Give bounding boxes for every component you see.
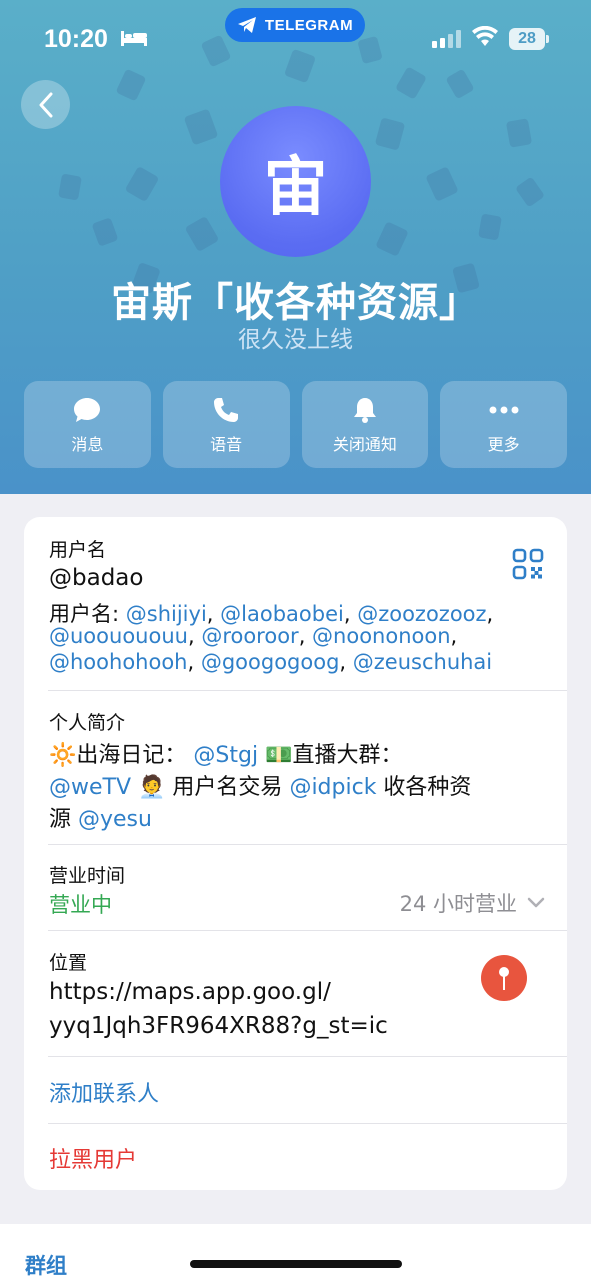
block-user-button[interactable]: 拉黑用户 <box>49 1142 137 1174</box>
message-label: 消息 <box>71 434 104 454</box>
bio-line-1: 🔆出海日记： @Stgj 💵直播大群： <box>49 737 403 769</box>
add-contact-button[interactable]: 添加联系人 <box>49 1076 159 1108</box>
chat-bubble-icon <box>74 397 101 422</box>
bio-link[interactable]: @weTV <box>49 775 131 800</box>
info-card: 用户名 @badao 用户名: @shijiyi, @laobaobei, @z… <box>24 517 567 1190</box>
action-buttons: 消息 语音 关闭通知 更多 <box>24 381 567 468</box>
chevron-down-icon <box>527 897 545 908</box>
username-link[interactable]: @hoohohooh <box>49 650 187 674</box>
home-indicator[interactable] <box>190 1260 402 1268</box>
bio-label: 个人简介 <box>49 712 126 734</box>
hours-expand-toggle[interactable]: 24 小时营业 <box>400 888 545 918</box>
map-pin-icon[interactable] <box>480 954 528 1006</box>
hours-detail: 24 小时营业 <box>399 892 517 916</box>
other-usernames-line-2: @uoouououu, @rooroor, @noononoon, <box>49 624 458 648</box>
divider <box>48 1056 567 1057</box>
cellular-signal-icon <box>432 30 461 48</box>
chevron-left-icon <box>39 92 52 117</box>
telegram-pill-label: TELEGRAM <box>264 16 354 34</box>
last-seen-status: 很久没上线 <box>238 327 353 353</box>
sun-emoji-icon: 🔆 <box>49 743 77 768</box>
bio-line-2: @weTV 🧑‍💼 用户名交易 @idpick 收各种资 <box>49 769 471 801</box>
other-usernames-line-3: @hoohohooh, @googogoog, @zeuschuhai <box>49 650 493 674</box>
battery-level: 28 <box>509 28 545 50</box>
message-button[interactable]: 消息 <box>24 381 151 468</box>
username-link[interactable]: @shijiyi <box>126 602 207 626</box>
username-link[interactable]: @googogoog <box>201 650 340 674</box>
location-url-line-2[interactable]: yyq1Jqh3FR964XR88?g_st=ic <box>49 1013 388 1039</box>
username-link[interactable]: @uoouououu <box>49 624 188 648</box>
bio-line-3: 源 @yesu <box>49 801 152 833</box>
profile-header: 10:20 TELEGRAM 28 宙 宙斯「收各种资源」 很久没上线 消息 语… <box>0 0 591 494</box>
bio-text: 直播大群： <box>292 743 403 768</box>
username-link[interactable]: @zeuschuhai <box>353 650 492 674</box>
voice-call-button[interactable]: 语音 <box>162 381 290 468</box>
bio-link[interactable]: @Stgj <box>193 743 258 768</box>
avatar-initial: 宙 <box>263 150 328 225</box>
groups-tab[interactable]: 群组 <box>25 1250 67 1280</box>
voice-label: 语音 <box>210 434 243 454</box>
battery-indicator: 28 <box>509 28 549 50</box>
bio-text: 出海日记： <box>76 743 187 768</box>
divider <box>48 690 567 691</box>
person-emoji-icon: 🧑‍💼 <box>138 775 166 800</box>
telegram-pill[interactable]: TELEGRAM <box>225 8 365 42</box>
primary-username[interactable]: @badao <box>49 565 143 591</box>
wifi-icon <box>472 26 498 46</box>
more-label: 更多 <box>487 434 520 454</box>
business-hours-label: 营业时间 <box>49 865 126 887</box>
phone-icon <box>214 397 239 422</box>
bottom-section <box>0 1224 591 1280</box>
divider <box>48 1123 567 1124</box>
location-url-line-1[interactable]: https://maps.app.goo.gl/ <box>49 979 331 1005</box>
bio-text: 用户名交易 <box>165 775 290 800</box>
bio-text: 源 <box>49 807 78 832</box>
username-link[interactable]: @noononoon <box>312 624 450 648</box>
open-status: 营业中 <box>49 893 112 917</box>
more-button[interactable]: 更多 <box>440 381 567 468</box>
other-usernames-prefix: 用户名: <box>49 602 126 626</box>
username-link[interactable]: @zoozozooz <box>357 602 486 626</box>
mute-label: 关闭通知 <box>332 434 397 454</box>
bio-text: 收各种资 <box>376 775 472 800</box>
clock: 10:20 <box>44 25 108 53</box>
bell-icon <box>353 397 376 423</box>
divider <box>48 844 567 845</box>
divider <box>48 930 567 931</box>
status-bar: 10:20 TELEGRAM 28 <box>0 0 591 80</box>
mute-button[interactable]: 关闭通知 <box>301 381 429 468</box>
money-emoji-icon: 💵 <box>265 743 293 768</box>
username-link[interactable]: @rooroor <box>201 624 298 648</box>
bio-link[interactable]: @yesu <box>78 807 152 832</box>
username-link[interactable]: @laobaobei <box>220 602 344 626</box>
username-label: 用户名 <box>49 539 107 561</box>
back-button[interactable] <box>21 80 70 129</box>
qr-code-icon[interactable] <box>512 548 544 580</box>
location-label: 位置 <box>49 952 88 974</box>
telegram-plane-icon <box>237 17 256 33</box>
sleep-focus-icon <box>121 31 147 46</box>
more-dots-icon <box>489 406 519 413</box>
avatar[interactable]: 宙 <box>220 106 371 257</box>
bio-link[interactable]: @idpick <box>289 775 376 800</box>
